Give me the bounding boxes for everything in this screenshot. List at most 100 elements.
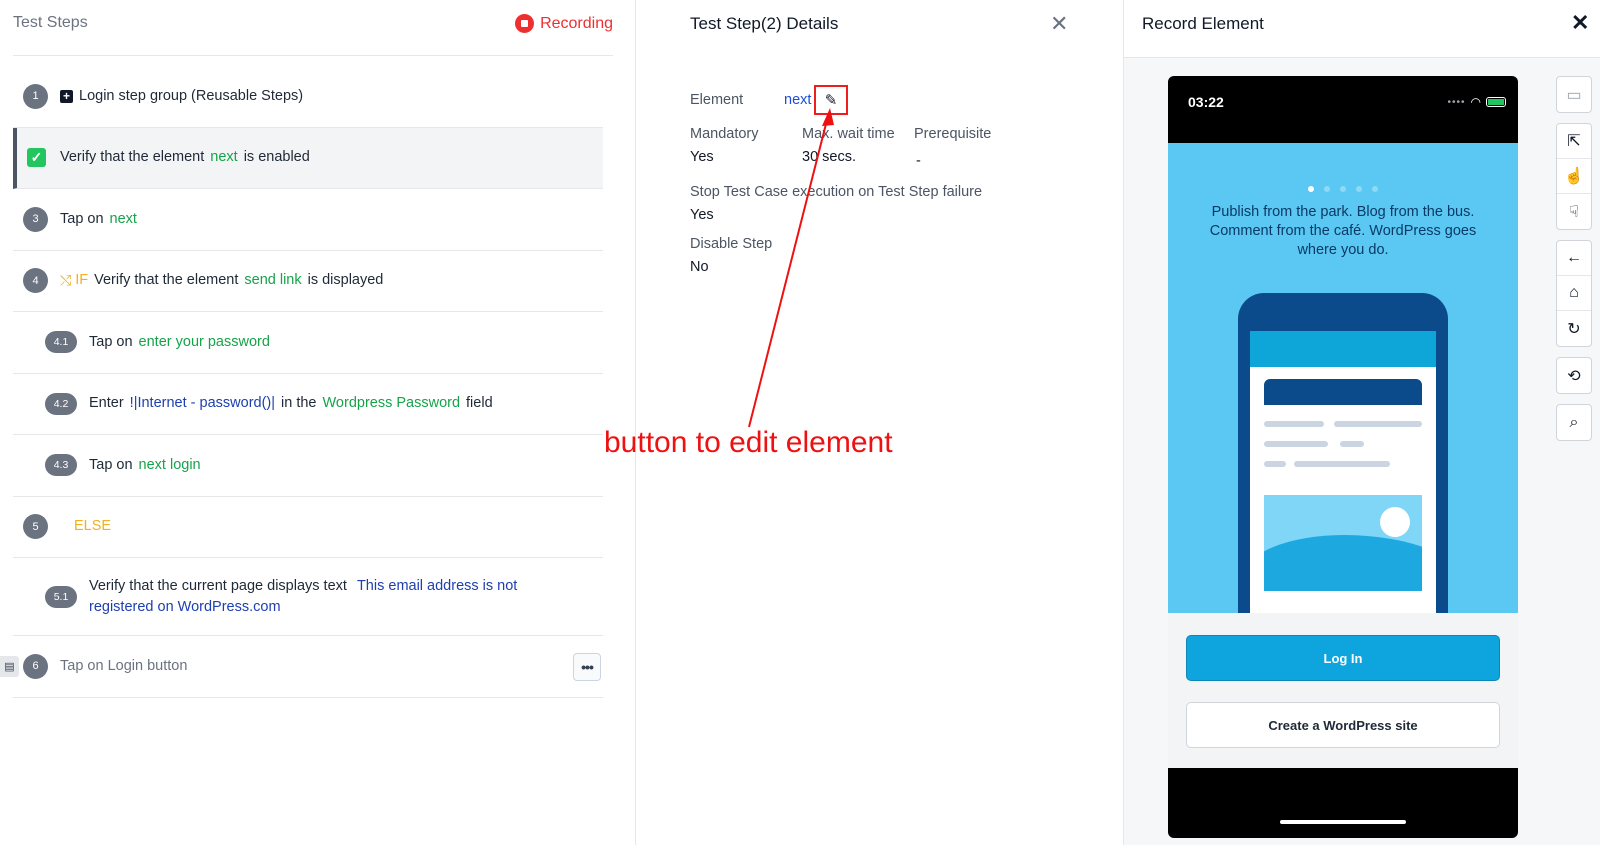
element-link[interactable]: next [784,92,811,108]
step-text: Tap on [89,456,133,473]
stop-on-failure-value: Yes [690,207,714,223]
create-site-button[interactable]: Create a WordPress site [1186,702,1500,748]
step-5[interactable]: 5 ELSE [13,497,603,558]
step-select-checkbox[interactable]: ✓ [27,148,46,168]
test-steps-panel: Test Steps Recording 1 + Login step grou… [0,0,636,845]
pager-dot[interactable] [1356,186,1362,192]
step-number: 4.2 [45,392,77,415]
app-onboarding-screen[interactable]: Publish from the park. Blog from the bus… [1168,143,1518,613]
step-text-mid: in the [281,395,317,412]
step-4-1[interactable]: 4.1 Tap on enter your password [13,312,603,374]
pager-dot[interactable] [1340,186,1346,192]
condition-keyword: ELSE [74,518,112,535]
disable-step-value: No [690,259,709,275]
step-4-2[interactable]: 4.2 Enter !|Internet - password()| in th… [13,374,603,435]
battery-icon [1486,97,1506,107]
step-text: Verify that the element [94,272,239,289]
step-4[interactable]: 4 ⤭ IF Verify that the element send link… [13,251,603,312]
mandatory-label: Mandatory [690,126,759,142]
mandatory-value: Yes [690,149,714,165]
record-title: Record Element [1142,14,1264,33]
step-element: next login [138,456,201,473]
device-area: 03:22 •••• ◠ Publish from the park. Blog… [1124,58,1600,845]
annotation-text: button to edit element [604,426,893,459]
recording-button[interactable]: Recording [515,14,613,33]
pager-dot[interactable] [1308,186,1314,192]
home-indicator[interactable] [1280,820,1406,824]
element-label: Element [690,92,744,108]
close-icon[interactable]: ✕ [1571,10,1589,36]
stop-on-failure-label: Stop Test Case execution on Test Step fa… [690,184,983,200]
test-steps-header: Test Steps Recording [13,12,613,56]
prerequisite-label: Prerequisite [914,126,992,142]
step-element: enter your password [138,333,270,350]
step-text: Verify that the element [60,149,205,166]
step-text: Login step group (Reusable Steps) [79,87,304,104]
wifi-icon: ◠ [1470,95,1481,109]
search-icon[interactable]: ⌕ [1557,405,1591,440]
expand-group-icon[interactable]: + [60,89,73,103]
steps-list: 1 + Login step group (Reusable Steps) ✓ … [0,66,603,698]
signal-icon: •••• [1447,96,1466,108]
comment-icon[interactable]: ▤ [0,656,19,677]
step-text-tail: field [466,395,493,412]
step-4-3[interactable]: 4.3 Tap on next login [13,435,603,497]
step-3[interactable]: 3 Tap on next [13,189,603,251]
device-mirror[interactable]: 03:22 •••• ◠ Publish from the park. Blog… [1168,76,1518,838]
step-test-data: !|Internet - password()| [129,395,276,412]
panel-title: Test Steps [13,14,88,31]
pencil-icon: ✎ [824,92,838,109]
record-element-panel: Record Element ✕ 03:22 •••• ◠ Publish fr… [1124,0,1600,845]
step-element: next [210,149,238,166]
more-options-button[interactable]: ••• [573,653,601,681]
select-cursor-icon[interactable]: ⇱ [1557,124,1591,159]
step-number: 5.1 [45,585,77,608]
status-icons: •••• ◠ [1447,95,1506,109]
devices-icon[interactable]: ▭ [1557,77,1591,112]
pager-dots [1168,179,1518,197]
log-in-button[interactable]: Log In [1186,635,1500,681]
pager-dot[interactable] [1324,186,1330,192]
step-text: Tap on [60,210,104,227]
step-element: Wordpress Password [322,395,461,412]
step-test-data: This email address is not [356,577,518,594]
prerequisite-value: - [916,153,921,169]
details-title: Test Step(2) Details [690,14,839,33]
step-text-tail: is displayed [307,272,384,289]
step-text: Tap on Login button [60,657,188,674]
step-number: 6 [23,653,48,679]
step-text: Tap on [89,333,133,350]
wait-time-label: Max. wait time [802,126,895,142]
step-6[interactable]: ▤ 6 Tap on Login button ••• [0,636,603,698]
step-2[interactable]: ✓ Verify that the element next is enable… [13,127,603,189]
device-time: 03:22 [1188,94,1224,110]
condition-icon: ⤭ [60,272,72,289]
swipe-icon[interactable]: ☟ [1557,194,1591,229]
rotate-icon[interactable]: ⟲ [1557,358,1591,393]
back-arrow-icon[interactable]: ← [1557,241,1591,276]
recording-label: Recording [540,14,613,32]
step-5-1[interactable]: 5.1 Verify that the current page display… [13,558,603,636]
step-number: 3 [23,206,48,232]
disable-step-label: Disable Step [690,236,773,252]
step-text: Enter [89,395,124,412]
edit-element-button[interactable]: ✎ [814,85,848,115]
device-toolbar: ▭ ⇱ ☝ ☟ ← ⌂ ↻ ⟲ ⌕ [1556,76,1592,451]
refresh-icon[interactable]: ↻ [1557,311,1591,346]
record-stop-icon [515,14,535,33]
pager-dot[interactable] [1372,186,1378,192]
step-element: next [109,210,137,227]
record-header: Record Element ✕ [1124,0,1600,58]
step-text-tail: is enabled [243,149,310,166]
step-test-data-cont: registered on WordPress.com [89,598,281,615]
step-number: 4 [23,268,48,294]
step-number: 1 [23,83,48,109]
phone-illustration [1238,293,1448,613]
close-icon[interactable]: ✕ [1050,11,1068,37]
step-element: send link [244,272,302,289]
home-icon[interactable]: ⌂ [1557,276,1591,311]
step-text: Verify that the current page displays te… [89,577,347,594]
step-number: 5 [23,514,48,540]
step-1[interactable]: 1 + Login step group (Reusable Steps) [13,66,603,128]
tap-icon[interactable]: ☝ [1557,159,1591,194]
